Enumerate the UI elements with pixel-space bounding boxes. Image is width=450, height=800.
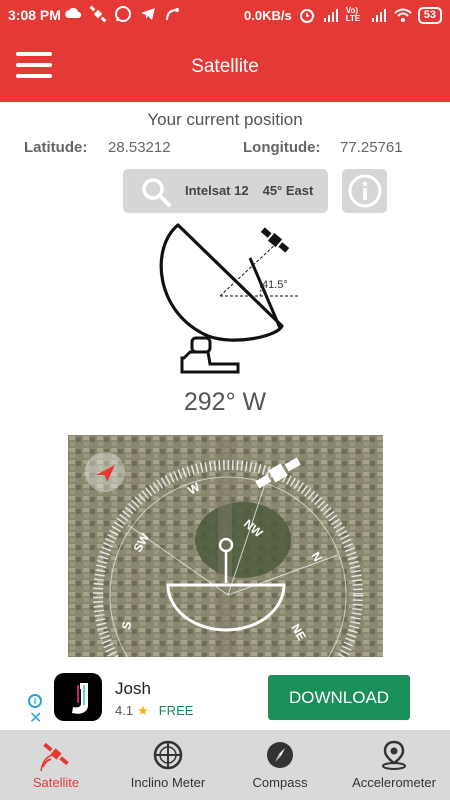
satellite-icon (40, 742, 69, 772)
ad-banner[interactable]: i ✕ Josh 4.1 ★ FREE DOWNLOAD (24, 668, 426, 730)
azimuth-readout: 292° W (183, 388, 267, 416)
satellite-dish-icon (159, 223, 284, 374)
alarm-icon (299, 9, 314, 23)
satellite-icon (260, 227, 290, 253)
longitude-value: 77.25761 (340, 139, 403, 156)
tab-satellite[interactable]: Satellite (0, 730, 112, 800)
info-icon (348, 174, 382, 208)
star-icon: ★ (137, 703, 149, 718)
info-button[interactable] (342, 169, 387, 213)
status-bar: 3:08 PM 0.0KB/s Vo) LTE 53 (0, 0, 450, 30)
latitude-value: 28.53212 (108, 139, 171, 156)
satellite-search-button[interactable]: Intelsat 12 45° East (123, 169, 328, 213)
app-bar: Satellite (0, 30, 450, 102)
tab-label: Accelerometer (352, 775, 436, 790)
satellite-orbit: 45° East (262, 183, 314, 198)
latitude-label: Latitude: (24, 139, 88, 156)
network-speed: 0.0KB/s (244, 7, 292, 23)
page-title: Satellite (191, 56, 259, 77)
satellite-small-icon (89, 5, 107, 23)
tab-label: Satellite (32, 775, 80, 790)
app-logo[interactable] (54, 673, 102, 721)
tab-compass[interactable]: Compass (224, 730, 336, 800)
ad-price: FREE (158, 703, 194, 718)
cloud-icon (65, 7, 82, 18)
ad-rating-value: 4.1 (115, 703, 134, 718)
system-status: 0.0KB/s Vo) LTE 53 (244, 6, 442, 24)
satellite-dish-small-icon (166, 8, 179, 21)
tab-label: Inclino Meter (130, 775, 206, 790)
my-location-button[interactable] (85, 452, 125, 492)
location-pin-icon (382, 740, 406, 770)
position-heading: Your current position (147, 110, 303, 129)
map-view[interactable]: W NW N NE SW S (68, 435, 383, 657)
ad-rating: 4.1 ★ FREE (115, 703, 193, 719)
ad-info-icon[interactable]: i (28, 694, 42, 708)
compass-icon (267, 742, 293, 768)
elevation-angle-label: 41.5° (262, 279, 288, 291)
dish-elevation-diagram: 41.5° (159, 223, 300, 374)
search-icon (142, 178, 171, 207)
tab-label: Compass (252, 775, 308, 790)
status-time: 3:08 PM (8, 7, 61, 23)
josh-logo-icon (72, 683, 88, 714)
park-area (195, 502, 291, 578)
tab-inclino-meter[interactable]: Inclino Meter (112, 730, 224, 800)
signal-icon (323, 9, 338, 22)
telegram-icon (141, 8, 155, 20)
tab-accelerometer[interactable]: Accelerometer (338, 730, 450, 800)
notification-icons (64, 5, 182, 23)
ad-app-name: Josh (115, 679, 151, 698)
close-icon[interactable]: ✕ (29, 711, 42, 727)
whatsapp-icon (115, 6, 131, 22)
carrier-label: Vo) LTE (345, 6, 361, 23)
wifi-icon (394, 8, 412, 22)
download-button[interactable]: DOWNLOAD (268, 675, 410, 720)
signal-icon-2 (371, 9, 386, 22)
bottom-navigation: Satellite Inclino Meter Compass Accelero… (0, 730, 450, 800)
longitude-label: Longitude: (243, 139, 321, 156)
battery-indicator: 53 (417, 6, 442, 24)
satellite-name: Intelsat 12 (185, 183, 249, 198)
inclinometer-icon (153, 740, 183, 770)
satellite-map-compass: W NW N NE SW S (68, 435, 383, 657)
